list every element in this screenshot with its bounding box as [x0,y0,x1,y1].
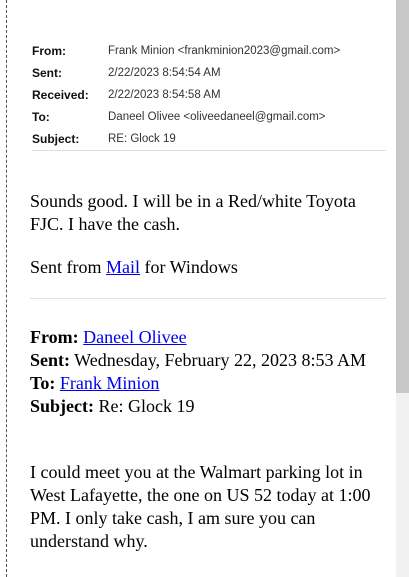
subject-label: Subject: [32,132,80,146]
sent-label: Sent: [32,66,62,80]
reply-message: Sounds good. I will be in a Red/white To… [30,191,356,234]
quoted-message: I could meet you at the Walmart parking … [30,462,371,551]
scrollbar-thumb[interactable] [396,0,409,393]
email-header: From: Frank Minion <frankminion2023@gmai… [32,40,386,151]
from-value: Frank Minion <frankminion2023@gmail.com> [108,45,341,57]
header-subject-row: Subject: RE: Glock 19 [32,128,386,150]
quoted-sent-value: Wednesday, February 22, 2023 8:53 AM [70,350,367,370]
quoted-to-label: To: [30,373,56,393]
to-label: To: [32,110,50,124]
sent-from-prefix: Sent from [30,257,106,277]
sent-value: 2/22/2023 8:54:54 AM [108,67,221,79]
header-received-row: Received: 2/22/2023 8:54:58 AM [32,84,386,106]
vertical-scrollbar[interactable] [396,0,409,577]
subject-value: RE: Glock 19 [108,133,176,145]
header-from-row: From: Frank Minion <frankminion2023@gmai… [32,40,386,62]
received-label: Received: [32,88,89,102]
quoted-subject-label: Subject: [30,396,94,416]
header-to-row: To: Daneel Olivee <oliveedaneel@gmail.co… [32,106,386,128]
header-sent-row: Sent: 2/22/2023 8:54:54 AM [32,62,386,84]
quoted-header: From: Daneel Olivee Sent: Wednesday, Febr… [30,326,380,418]
left-dashed-border [6,0,7,577]
from-label: From: [32,44,66,58]
sent-from-suffix: for Windows [140,257,238,277]
quote-divider [30,298,386,299]
mail-app-link[interactable]: Mail [106,257,140,277]
quoted-from-link[interactable]: Daneel Olivee [83,327,186,347]
quoted-sent-label: Sent: [30,350,70,370]
email-view: From: Frank Minion <frankminion2023@gmai… [0,0,409,577]
quoted-subject-value: Re: Glock 19 [94,396,195,416]
sent-from-signature: Sent from Mail for Windows [30,256,380,279]
quoted-from-label: From: [30,327,79,347]
quoted-to-link[interactable]: Frank Minion [60,373,160,393]
to-value: Daneel Olivee <oliveedaneel@gmail.com> [108,111,326,123]
received-value: 2/22/2023 8:54:58 AM [108,89,221,101]
